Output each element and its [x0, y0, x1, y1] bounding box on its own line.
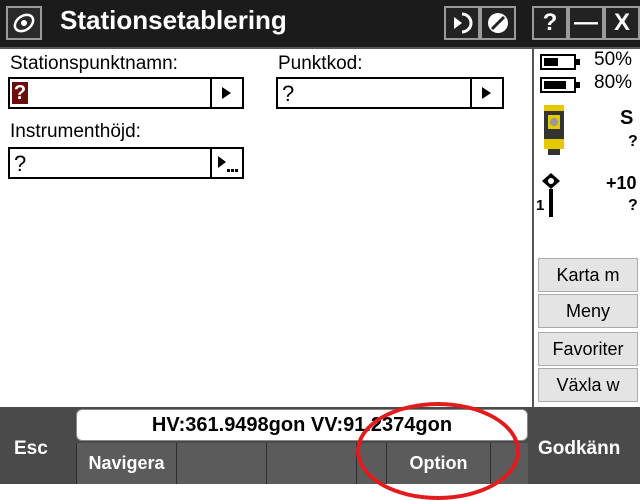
help-button[interactable]: ? [532, 6, 568, 40]
target-number: 1 [536, 197, 545, 214]
station-name-value: ? [12, 82, 28, 104]
instrument-height-label: Instrumenthöjd: [10, 121, 141, 142]
point-code-value: ? [282, 81, 295, 106]
point-code-arrow-button[interactable] [470, 79, 502, 107]
instrument-height-value: ? [14, 151, 27, 176]
play-more-icon [218, 156, 238, 172]
play-icon [222, 87, 231, 99]
battery-1-icon [540, 54, 580, 70]
battery-2-icon [540, 77, 580, 93]
battery-2-percent: 80% [594, 72, 633, 93]
target-status: ? [628, 197, 638, 214]
station-name-arrow-button[interactable] [210, 79, 242, 107]
instrument-height-more-button[interactable] [210, 149, 242, 177]
point-code-field[interactable]: ? [276, 77, 504, 109]
minimize-button[interactable]: — [568, 6, 604, 40]
angle-readout: HV:361.9498gon VV:91.2374gon [76, 409, 528, 441]
station-name-field[interactable]: ? [8, 77, 244, 109]
switch-button[interactable]: Växla w [538, 368, 638, 402]
station-name-label: Stationspunktnamn: [10, 53, 178, 74]
favorites-button[interactable]: Favoriter [538, 332, 638, 366]
status-panel: 50% 80% S ? 1 +10 ? Karta m Meny Favorit… [532, 49, 640, 407]
close-button[interactable]: X [604, 6, 640, 40]
instrument-status: ? [628, 133, 638, 150]
page-title: Stationsetablering [60, 5, 287, 35]
softkey-empty-2[interactable] [266, 443, 356, 484]
title-bar: Stationsetablering ? — X [0, 0, 640, 49]
target-height: +10 [606, 173, 637, 193]
esc-button[interactable]: Esc [14, 438, 48, 460]
not-allowed-icon[interactable] [480, 6, 516, 40]
menu-button[interactable]: Meny [538, 294, 638, 328]
instrument-letter: S [620, 107, 634, 129]
instrument-height-field[interactable]: ? [8, 147, 244, 179]
battery-1-percent: 50% [594, 49, 633, 70]
softkey-option[interactable]: Option [386, 443, 490, 484]
softkey-empty-1[interactable] [176, 443, 266, 484]
map-button[interactable]: Karta m [538, 258, 638, 292]
point-code-label: Punktkod: [278, 53, 363, 74]
softkey-empty-4[interactable] [490, 443, 528, 484]
form-area: Stationspunktnamn: ? Punktkod: ? Instrum… [0, 49, 532, 407]
play-icon [482, 87, 491, 99]
softkey-navigate[interactable]: Navigera [76, 443, 176, 484]
total-station-icon[interactable] [542, 103, 566, 162]
go-to-icon[interactable] [444, 6, 480, 40]
app-logo-icon[interactable] [6, 6, 42, 40]
softkey-empty-3[interactable] [356, 443, 386, 484]
accept-button[interactable]: Godkänn [538, 438, 620, 460]
